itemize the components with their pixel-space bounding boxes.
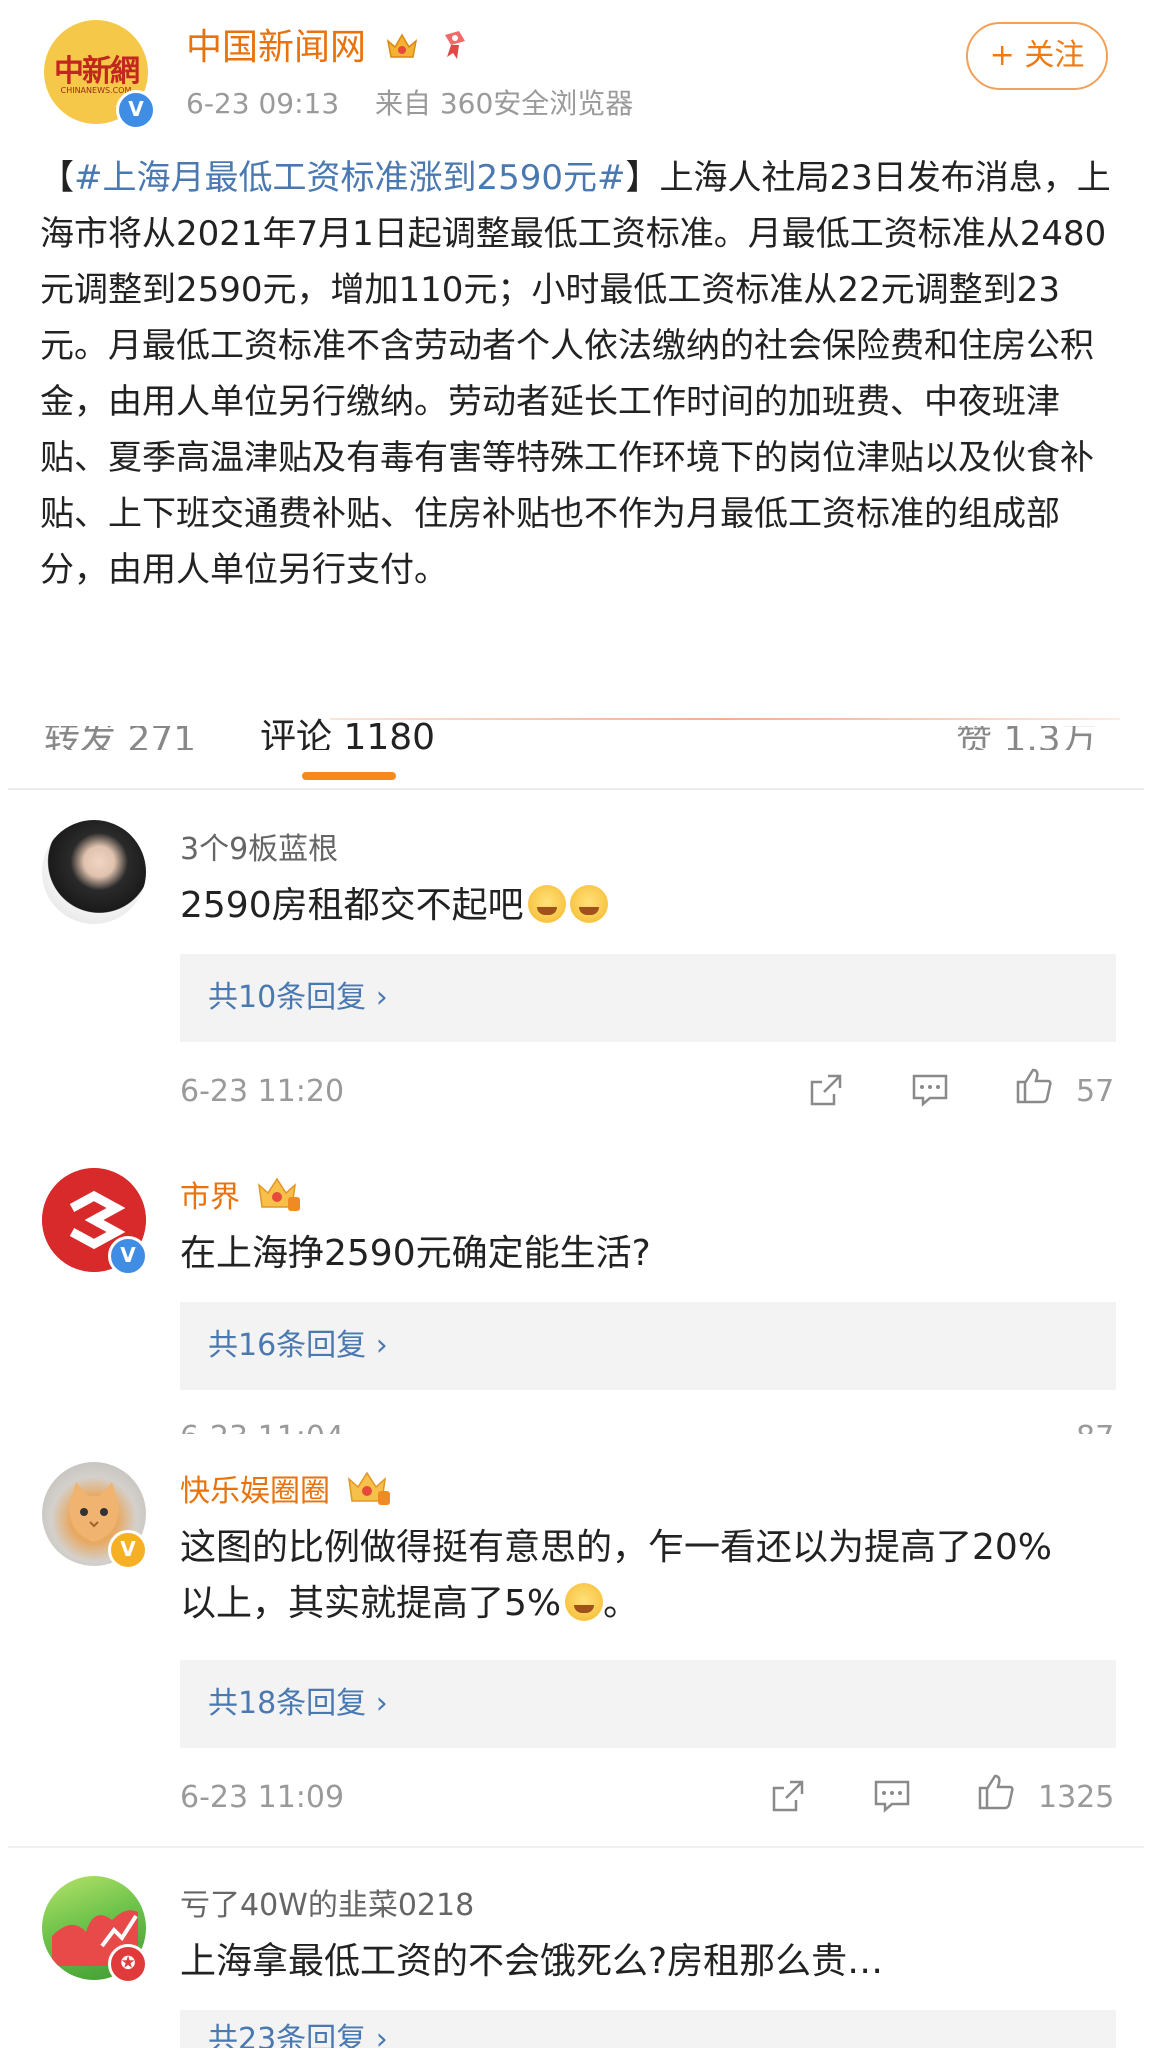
tab-divider (8, 788, 1144, 790)
comment-text-end: 。 (603, 1583, 640, 1624)
vip-crown-icon (257, 1177, 300, 1211)
comment-author[interactable]: 市界 (180, 1180, 240, 1215)
logo-text: 中新網 (54, 54, 140, 89)
tab-repost[interactable]: 转发 271 (44, 726, 196, 750)
blush-emoji-icon (569, 885, 608, 923)
replies-link[interactable]: 共18条回复 › (180, 1660, 1116, 1748)
member-badge-icon: ✪ (108, 1944, 148, 1984)
comment-time: 6-23 11:04 (180, 1420, 344, 1434)
blush-emoji-icon (527, 885, 566, 923)
comment-text: 在上海挣2590元确定能生活? (180, 1233, 651, 1274)
comment-author-row[interactable]: 快乐娱圈圈 (180, 1466, 392, 1510)
share-icon[interactable] (806, 1070, 846, 1110)
comment-author[interactable]: 3个9板蓝根 (180, 824, 338, 868)
vip-crown-icon (347, 1471, 390, 1505)
clip-mask (0, 1434, 1152, 1464)
comment-icon[interactable] (910, 1070, 950, 1110)
author-avatar[interactable]: 中新網 CHINANEWS.COM V (44, 20, 156, 130)
post-text: 上海人社局23日发布消息，上海市将从2021年7月1日起调整最低工资标准。月最低… (40, 158, 1111, 590)
post-time: 6-23 09:13 (186, 87, 340, 120)
replies-link[interactable]: 共16条回复 › (180, 1302, 1116, 1390)
comment-author-row[interactable]: 市界 (180, 1172, 302, 1216)
comment-text: 上海拿最低工资的不会饿死么?房租那么贵… (180, 1941, 884, 1982)
verified-badge-icon: V (116, 90, 156, 130)
like-count: 87 (1076, 1420, 1114, 1434)
comment-text: 2590房租都交不起吧 (180, 878, 1080, 934)
tab-active-indicator (302, 772, 396, 780)
like-icon[interactable] (1014, 1066, 1054, 1106)
tab-fade-line (330, 718, 1120, 720)
bracket-close: 】 (625, 158, 660, 198)
replies-link[interactable]: 共10条回复 › (180, 954, 1116, 1042)
replies-link[interactable]: 共23条回复 › (180, 2010, 1116, 2048)
comment-time: 6-23 11:20 (180, 1074, 345, 1109)
bracket-open: 【 (40, 158, 74, 198)
post-meta: 6-23 09:13 来自 360安全浏览器 (186, 82, 633, 122)
like-count: 1325 (1038, 1780, 1115, 1815)
follow-button[interactable]: + 关注 (966, 22, 1108, 90)
comment-author[interactable]: 快乐娱圈圈 (180, 1474, 330, 1509)
comment-author[interactable]: 亏了40W的韭菜0218 (180, 1880, 474, 1924)
post-body: 【#上海月最低工资标准涨到2590元#】上海人社局23日发布消息，上海市将从20… (40, 150, 1120, 598)
author-name-row[interactable]: 中国新闻网 (186, 18, 473, 70)
post-source: 来自 360安全浏览器 (374, 87, 634, 120)
like-count: 57 (1076, 1074, 1115, 1109)
comment-icon[interactable] (872, 1776, 912, 1816)
comment-separator (8, 1846, 1144, 1848)
comment-meta-clipped: 6-23 11:04 87 (180, 1420, 1120, 1434)
like-icon[interactable] (976, 1772, 1016, 1812)
tab-likes[interactable]: 赞 1.3万 (956, 726, 1097, 750)
comment-text-content: 2590房租都交不起吧 (180, 885, 524, 926)
hashtag-link[interactable]: #上海月最低工资标准涨到2590元# (74, 158, 626, 198)
comment-time: 6-23 11:09 (180, 1780, 345, 1815)
author-name[interactable]: 中国新闻网 (186, 27, 366, 68)
comment-text: 这图的比例做得挺有意思的，乍一看还以为提高了20%以上，其实就提高了5%。 (180, 1520, 1080, 1632)
comment-avatar[interactable] (42, 820, 146, 924)
thinking-emoji-icon (565, 1583, 604, 1621)
verified-badge-icon: V (108, 1530, 148, 1570)
share-icon[interactable] (768, 1776, 808, 1816)
tab-comments[interactable]: 评论 1180 (260, 716, 435, 750)
crown-icon (387, 33, 418, 58)
verified-badge-icon: V (108, 1236, 148, 1276)
ribbon-icon (444, 31, 465, 59)
